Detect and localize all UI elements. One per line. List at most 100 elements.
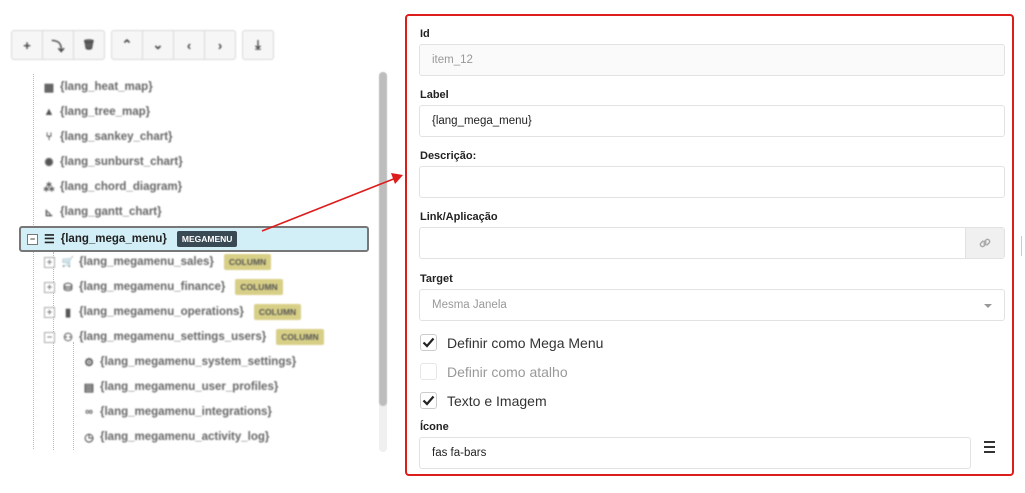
move-into-button[interactable]: ⤵ (42, 30, 74, 60)
toolbar-group-export: ⤓ (242, 30, 274, 60)
link-icon (979, 238, 991, 248)
tree-item[interactable]: + ▮ {lang_megamenu_operations} COLUMN (44, 301, 302, 323)
move-down-button[interactable]: ⌄ (142, 30, 174, 60)
level-down-icon: ⤵ (51, 38, 65, 54)
tree-scrollbar[interactable] (379, 72, 387, 452)
link-picker-button[interactable] (965, 228, 1004, 258)
scrollbar-thumb[interactable] (379, 72, 387, 406)
link-field-group (419, 227, 1005, 259)
icone-field[interactable]: fas fa-bars (419, 437, 971, 469)
label-field[interactable]: {lang_mega_menu} (419, 105, 1005, 137)
tree-item-label: {lang_tree_map} (60, 106, 151, 118)
check-icon (422, 337, 435, 348)
target-value: Mesma Janela (432, 299, 507, 311)
tree-toolbar: + ⤵ 🗑 ⌃ ⌄ ‹ › ⤓ (11, 30, 274, 60)
delete-button[interactable]: 🗑 (73, 30, 105, 60)
collapse-toggle[interactable]: − (44, 331, 55, 343)
tree-item[interactable]: + ⛁ {lang_megamenu_finance} COLUMN (44, 276, 283, 298)
tree-item[interactable]: ▤ {lang_megamenu_user_profiles} (82, 376, 279, 398)
icone-label: Ícone (420, 421, 449, 433)
tree-item[interactable]: ⑂ {lang_sankey_chart} (42, 126, 173, 148)
tree-guide-line (73, 342, 74, 450)
checkbox[interactable] (420, 363, 437, 380)
chevron-right-icon: › (217, 37, 223, 53)
tree-item-label: {lang_megamenu_system_settings} (100, 356, 297, 368)
checkbox[interactable] (420, 334, 437, 351)
tree-item-label: {lang_megamenu_finance} (79, 281, 226, 293)
tree-item-label: {lang_megamenu_settings_users} (79, 331, 267, 343)
checkbox-shortcut[interactable]: Definir como atalho (420, 363, 568, 380)
tree-item-label: {lang_gantt_chart} (60, 206, 162, 218)
target-label: Target (420, 273, 453, 285)
move-left-button[interactable]: ‹ (173, 30, 205, 60)
tree-icon: ▲ (43, 106, 55, 118)
link-label: Link/Aplicação (420, 211, 498, 223)
sun-icon: ✺ (44, 156, 54, 169)
tree-item[interactable]: ∞ {lang_megamenu_integrations} (82, 401, 272, 423)
checkbox-label: Definir como Mega Menu (447, 334, 604, 351)
chevron-left-icon: ‹ (186, 37, 192, 53)
users-cog-icon: ⚇ (63, 331, 73, 344)
tree-item[interactable]: ◷ {lang_megamenu_activity_log} (82, 426, 269, 448)
toolbar-group-move: ⌃ ⌄ ‹ › (111, 30, 236, 60)
tree-item[interactable]: ▦ {lang_heat_map} (42, 76, 153, 98)
icon-picker-button[interactable] (984, 441, 1000, 455)
tree-item-label: {lang_megamenu_sales} (79, 256, 214, 268)
menu-tree: ▦ {lang_heat_map} ▲ {lang_tree_map} ⑂ {l… (16, 74, 376, 454)
checkbox-mega-menu[interactable]: Definir como Mega Menu (420, 334, 603, 351)
tree-item-label: {lang_chord_diagram} (60, 181, 183, 193)
collapse-toggle[interactable]: − (27, 233, 38, 245)
id-field[interactable]: item_12 (419, 44, 1005, 76)
tree-guide-line (33, 249, 34, 449)
tree-item[interactable]: − ⚇ {lang_megamenu_settings_users} COLUM… (44, 326, 324, 348)
descricao-field[interactable] (419, 166, 1005, 198)
checkbox-label: Texto e Imagem (447, 392, 547, 409)
move-up-button[interactable]: ⌃ (111, 30, 143, 60)
tree-item[interactable]: ⚙ {lang_megamenu_system_settings} (82, 351, 296, 373)
bars-icon: ☰ (44, 232, 55, 246)
tree-item[interactable]: ▲ {lang_tree_map} (42, 101, 151, 123)
arrow-head (391, 173, 403, 184)
tree-item[interactable]: ⊾ {lang_gantt_chart} (42, 201, 162, 223)
tree-item-label: {lang_megamenu_operations} (79, 306, 244, 318)
link-icon: ∞ (85, 406, 93, 418)
clipboard-icon: ▮ (64, 306, 72, 319)
icone-value: fas fa-bars (432, 447, 487, 459)
caret-down-icon (984, 304, 992, 308)
megamenu-badge: MEGAMENU (176, 231, 238, 247)
id-label: Id (420, 28, 430, 40)
item-properties-panel: Id item_12 Label {lang_mega_menu} Descri… (405, 14, 1014, 476)
column-badge: COLUMN (235, 279, 283, 295)
plus-icon: + (23, 37, 31, 53)
move-right-button[interactable]: › (204, 30, 236, 60)
chevron-up-icon: ⌃ (121, 37, 133, 52)
cart-icon: 🛒 (61, 256, 75, 268)
link-field[interactable] (420, 228, 965, 258)
expand-toggle[interactable]: + (44, 306, 55, 318)
expand-toggle[interactable]: + (44, 256, 55, 268)
tree-item[interactable]: ✺ {lang_sunburst_chart} (42, 151, 182, 173)
hand-holding-usd-icon: ⛁ (63, 281, 73, 294)
toolbar-group-edit: + ⤵ 🗑 (11, 30, 105, 60)
descricao-label: Descrição: (420, 150, 477, 162)
tree-item[interactable]: ⁂ {lang_chord_diagram} (42, 176, 183, 198)
tree-item-selected[interactable]: − ☰ {lang_mega_menu} MEGAMENU (19, 226, 369, 252)
checkbox-label: Definir como atalho (447, 363, 568, 380)
gantt-icon: ⊾ (44, 206, 54, 219)
table-icon: ▦ (43, 81, 55, 94)
chevron-down-icon: ⌄ (152, 37, 164, 52)
checkbox[interactable] (420, 392, 437, 409)
add-button[interactable]: + (11, 30, 43, 60)
bars-icon (984, 441, 1000, 453)
download-button[interactable]: ⤓ (242, 30, 274, 60)
label-label: Label (420, 89, 449, 101)
label-value: {lang_mega_menu} (432, 115, 532, 127)
target-select[interactable]: Mesma Janela (419, 289, 1005, 321)
tree-item-label: {lang_megamenu_activity_log} (100, 431, 270, 443)
column-badge: COLUMN (253, 304, 302, 320)
tree-guide-line (33, 74, 34, 239)
tree-item[interactable]: + 🛒 {lang_megamenu_sales} COLUMN (44, 251, 272, 273)
checkbox-text-image[interactable]: Texto e Imagem (420, 392, 547, 409)
tree-item-label: {lang_megamenu_integrations} (100, 406, 272, 418)
expand-toggle[interactable]: + (44, 281, 55, 293)
